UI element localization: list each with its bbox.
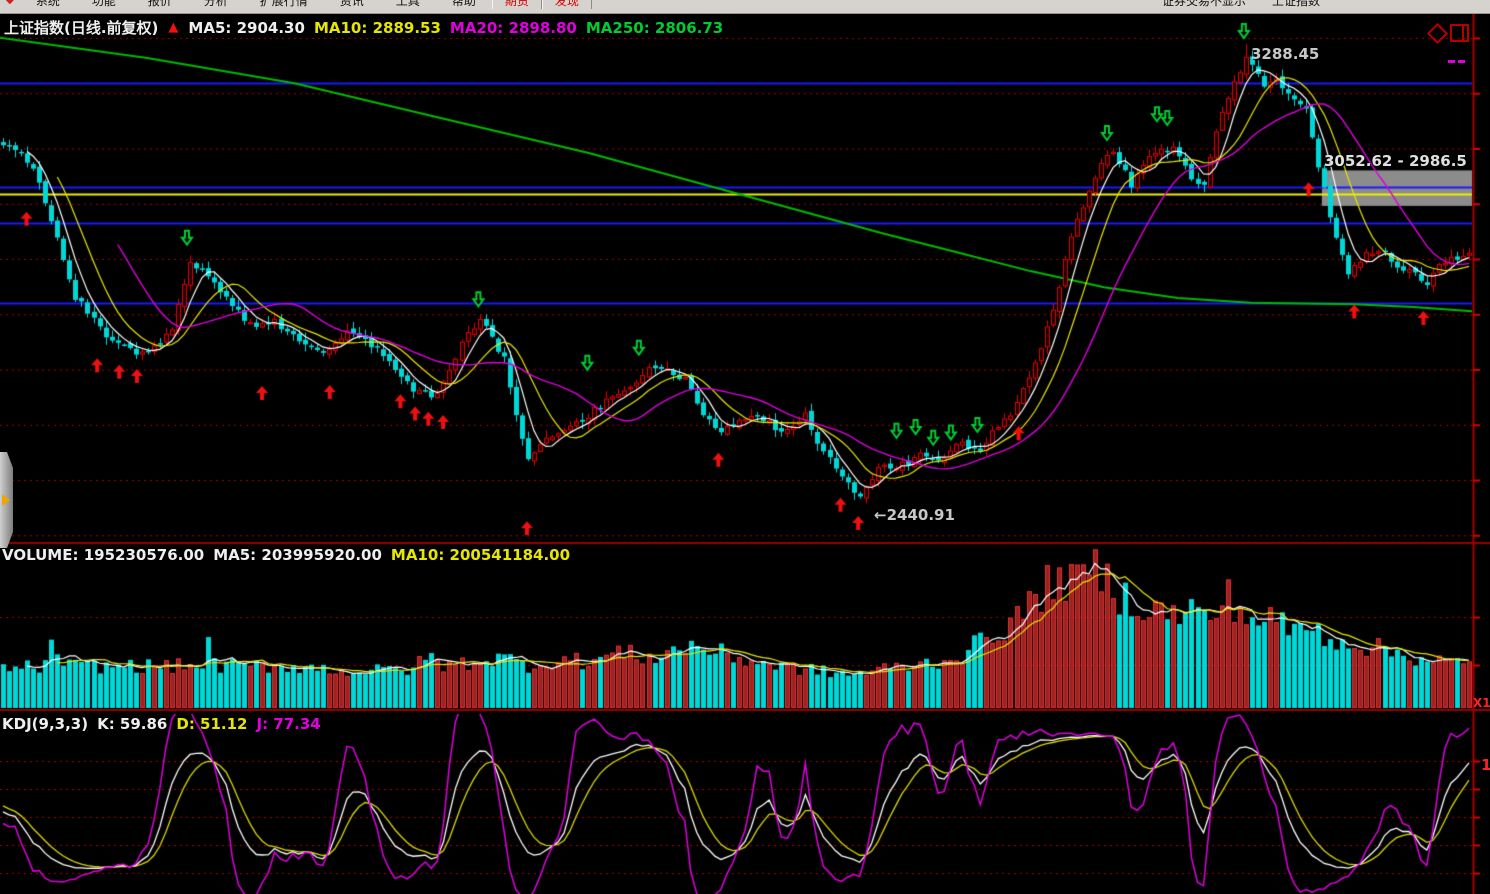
menu-item-system[interactable]: 系统 — [20, 0, 76, 9]
expand-arrow-icon — [2, 494, 10, 506]
current-index-name: 上证指数 — [1272, 0, 1320, 9]
menu-item-extended[interactable]: 扩展行情 — [244, 0, 324, 9]
ma20-fragment-dash — [1448, 60, 1455, 63]
app-logo-icon: ◆ — [0, 0, 20, 6]
sidebar-expand-handle[interactable] — [0, 452, 13, 548]
menu-item-tools[interactable]: 工具 — [380, 0, 436, 9]
menu-item-news[interactable]: 资讯 — [324, 0, 380, 9]
menu-item-analysis[interactable]: 分析 — [188, 0, 244, 9]
menu-bar: ◆ 系统 功能 报价 分析 扩展行情 资讯 工具 帮助 期货 发现 证券交易不显… — [0, 0, 1490, 14]
menu-item-help[interactable]: 帮助 — [436, 0, 492, 9]
menu-item-function[interactable]: 功能 — [76, 0, 132, 9]
split-window-icon[interactable] — [1450, 24, 1469, 42]
split-window-divider — [1462, 26, 1464, 40]
ma20-fragment-dash — [1458, 60, 1465, 63]
menu-item-quotes[interactable]: 报价 — [132, 0, 188, 9]
chart-canvas[interactable] — [0, 0, 1490, 894]
trading-terminal-window: ◆ 系统 功能 报价 分析 扩展行情 资讯 工具 帮助 期货 发现 证券交易不显… — [0, 0, 1490, 894]
trade-status-text: 证券交易不显示 — [1162, 0, 1246, 9]
menu-item-discover[interactable]: 发现 — [542, 0, 592, 9]
menu-item-futures[interactable]: 期货 — [492, 0, 542, 9]
